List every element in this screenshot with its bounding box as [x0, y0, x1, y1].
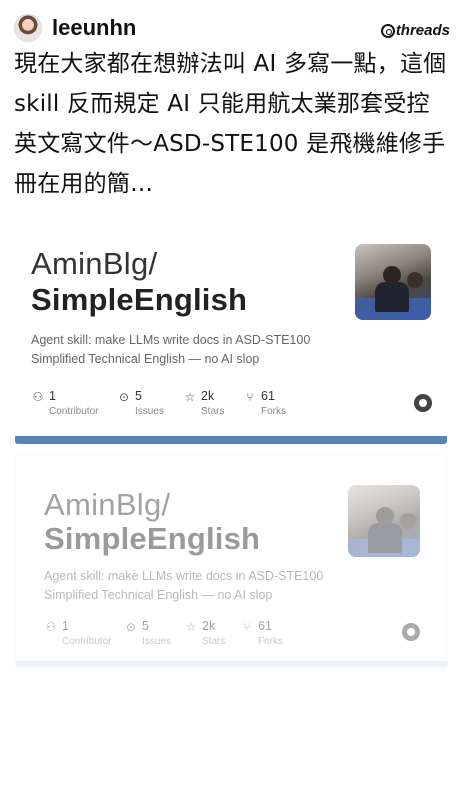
stat-label: Contributor	[49, 406, 99, 417]
repo-stats: ⚇ 1 Contributor ⊙ 5 Issues ☆ 2k Stars ⑂ …	[44, 619, 444, 653]
repo-owner: AminBlg/	[44, 487, 171, 522]
star-icon: ☆	[185, 620, 197, 634]
github-icon[interactable]	[414, 394, 432, 412]
fork-icon: ⑂	[243, 620, 251, 634]
stat-label: Forks	[261, 406, 286, 417]
repo-stats: ⚇ 1 Contributor ⊙ 5 Issues ☆ 2k Stars ⑂ …	[31, 389, 431, 423]
star-icon: ☆	[184, 390, 196, 404]
repo-card[interactable]: AminBlg/ SimpleEnglish Agent skill: make…	[15, 228, 447, 444]
contributors-icon: ⚇	[45, 620, 57, 634]
repo-description: Agent skill: make LLMs write docs in ASD…	[31, 333, 311, 366]
post-header: leeunhn threads	[14, 12, 450, 46]
stat-label: Issues	[135, 406, 164, 417]
stat-value: 61	[258, 619, 272, 633]
stat-label: Forks	[258, 636, 283, 647]
repo-owner: AminBlg/	[31, 246, 158, 281]
stat-value: 61	[261, 389, 275, 403]
brand-text: threads	[395, 22, 450, 39]
stat-label: Stars	[202, 636, 226, 647]
stat-value: 2k	[201, 389, 215, 403]
repo-thumbnail	[348, 485, 420, 557]
stat-label: Stars	[201, 406, 225, 417]
fork-icon: ⑂	[246, 390, 254, 404]
username[interactable]: leeunhn	[52, 14, 136, 42]
threads-brand: threads	[380, 20, 450, 39]
stat-value: 2k	[202, 619, 216, 633]
repo-thumbnail	[355, 244, 431, 320]
avatar[interactable]	[14, 14, 42, 42]
repo-name: SimpleEnglish	[44, 521, 261, 556]
stat-value: 5	[135, 389, 142, 403]
stat-value: 1	[62, 619, 69, 633]
stat-label: Contributor	[62, 636, 112, 647]
contributors-icon: ⚇	[32, 390, 44, 404]
github-icon[interactable]	[402, 623, 420, 641]
repo-card[interactable]: AminBlg/ SimpleEnglish Agent skill: make…	[15, 454, 448, 668]
threads-logo-icon	[380, 23, 395, 38]
post-text: 現在大家都在想辦法叫 AI 多寫一點，這個 skill 反而規定 AI 只能用航…	[14, 51, 447, 197]
stat-label: Issues	[142, 636, 171, 647]
repo-description: Agent skill: make LLMs write docs in ASD…	[44, 569, 324, 602]
stat-value: 1	[49, 389, 56, 403]
stat-value: 5	[142, 619, 149, 633]
card-accent-bar	[15, 436, 447, 444]
card-accent-bar	[16, 661, 448, 667]
issues-icon: ⊙	[125, 620, 137, 634]
issues-icon: ⊙	[118, 390, 130, 404]
repo-name: SimpleEnglish	[31, 282, 248, 317]
